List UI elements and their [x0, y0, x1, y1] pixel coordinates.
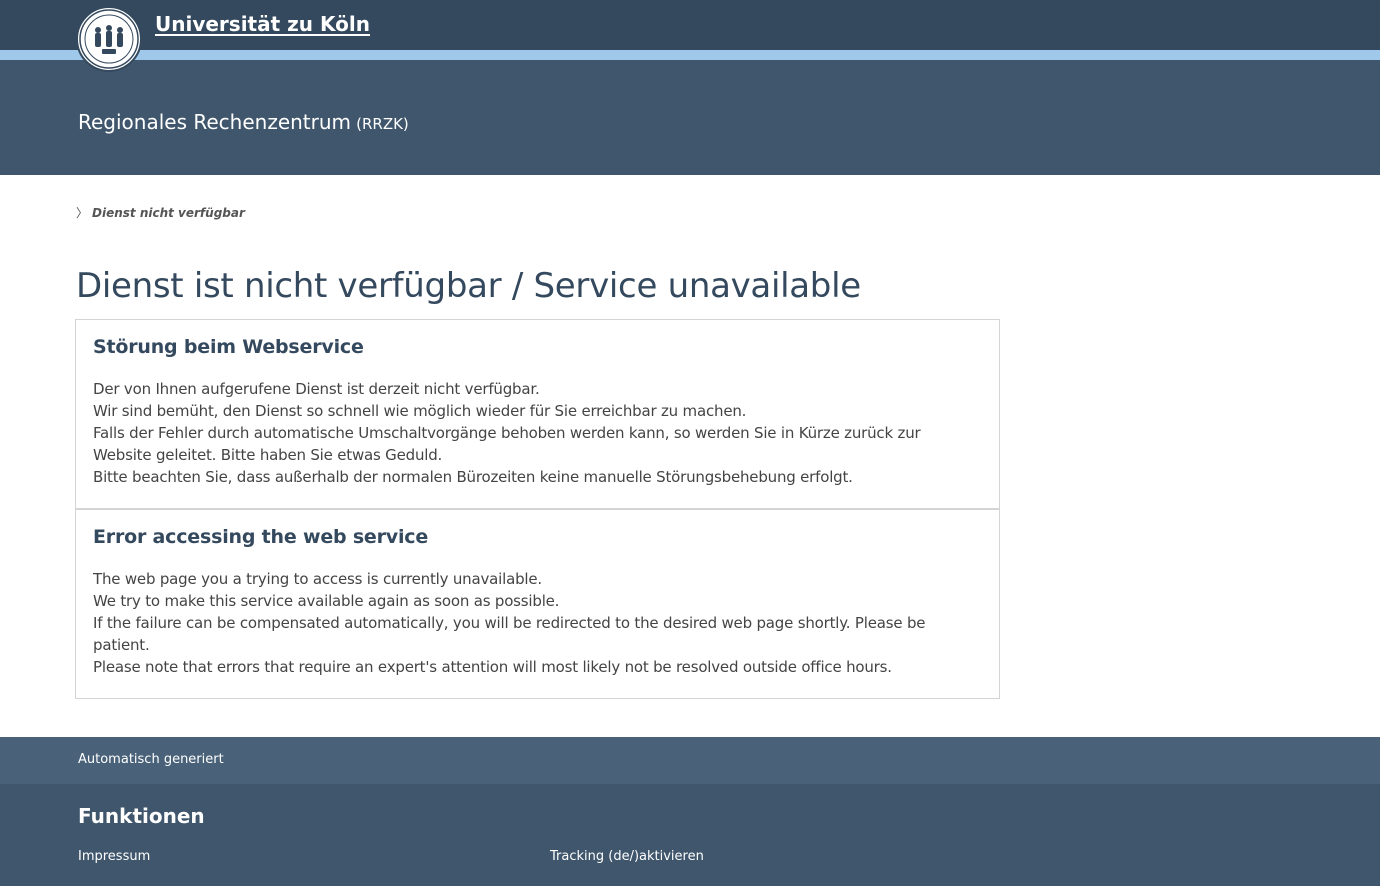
impressum-link[interactable]: Impressum: [78, 849, 150, 864]
german-notice-line: Wir sind bemüht, den Dienst so schnell w…: [93, 402, 747, 420]
university-seal-icon[interactable]: [76, 6, 142, 72]
generated-note: Automatisch generiert: [78, 752, 224, 767]
footer-functions-heading: Funktionen: [78, 804, 205, 828]
german-notice-panel: Störung beim Webservice Der von Ihnen au…: [75, 319, 1000, 509]
breadcrumb-current: Dienst nicht verfügbar: [92, 206, 245, 220]
english-notice-panel: Error accessing the web service The web …: [75, 509, 1000, 699]
breadcrumb: 〉 Dienst nicht verfügbar: [76, 204, 245, 221]
german-notice-heading: Störung beim Webservice: [93, 336, 364, 358]
chevron-right-icon: 〉: [76, 206, 89, 220]
english-notice-line: The web page you a trying to access is c…: [93, 570, 542, 588]
institute-name: Regionales Rechenzentrum: [78, 110, 352, 134]
tracking-toggle-link[interactable]: Tracking (de/)aktivieren: [550, 849, 704, 864]
german-notice-line: Bitte beachten Sie, dass außerhalb der n…: [93, 468, 853, 486]
footer-generated-strip: Automatisch generiert: [0, 737, 1380, 784]
seal-graphic: [79, 9, 139, 69]
english-notice-line: Please note that errors that require an …: [93, 658, 892, 676]
institute-title: Regionales Rechenzentrum (RRZK): [78, 110, 409, 134]
english-notice-line: If the failure can be compensated automa…: [93, 614, 926, 654]
page-title: Dienst ist nicht verfügbar / Service una…: [76, 266, 861, 306]
german-notice-line: Der von Ihnen aufgerufene Dienst ist der…: [93, 380, 540, 398]
header-accent-stripe: [0, 50, 1380, 60]
english-notice-heading: Error accessing the web service: [93, 526, 429, 548]
german-notice-line: Falls der Fehler durch automatische Umsc…: [93, 424, 921, 464]
english-notice-line: We try to make this service available ag…: [93, 592, 560, 610]
footer: Funktionen Impressum Tracking (de/)aktiv…: [0, 784, 1380, 886]
institute-abbreviation: (RRZK): [356, 115, 409, 133]
university-name-link[interactable]: Universität zu Köln: [155, 12, 370, 36]
